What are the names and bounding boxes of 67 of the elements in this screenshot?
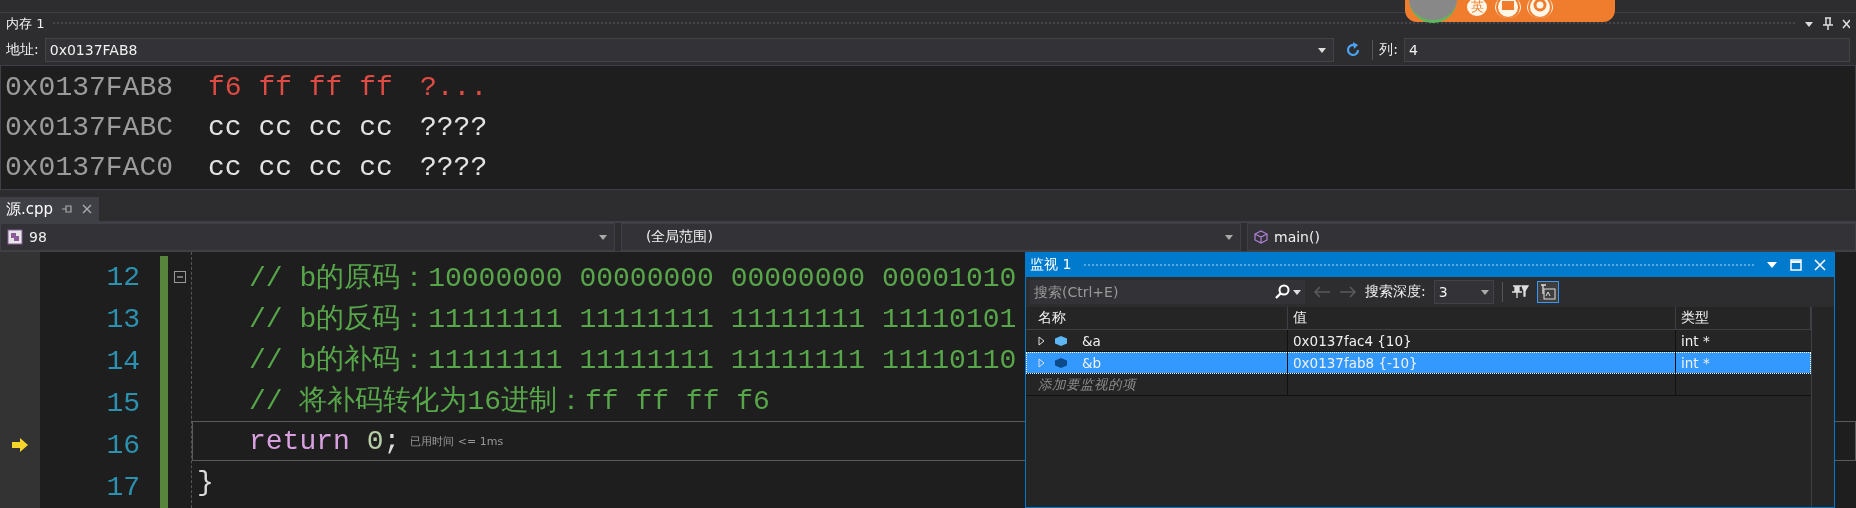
column-header[interactable]: 类型 <box>1676 307 1811 329</box>
dropdown-caret-icon[interactable] <box>1293 288 1301 296</box>
column-header[interactable]: 值 <box>1288 307 1676 329</box>
search-depth-label: 搜索深度: <box>1365 283 1426 301</box>
window-title: 内存 1 <box>6 14 45 33</box>
watch-name: &b <box>1082 354 1102 371</box>
watch-value: 0x0137fab8 {-10} <box>1293 354 1418 371</box>
columns-label: 列: <box>1379 40 1398 59</box>
search-options-button[interactable] <box>1270 280 1305 304</box>
search-field[interactable]: 搜索(Ctrl+E) <box>1030 280 1270 304</box>
cube-icon <box>1054 334 1068 347</box>
line-number: 12 <box>106 261 140 293</box>
scope-dropdown[interactable]: (全局范围) <box>621 223 1241 251</box>
expand-arrow-icon[interactable] <box>1038 335 1046 346</box>
line-number: 14 <box>106 345 140 377</box>
perf-tip: 已用时间 <= 1ms <box>410 433 504 449</box>
pin-icon[interactable] <box>1822 16 1834 31</box>
code-line: } <box>197 466 214 498</box>
column-header[interactable]: 名称 <box>1026 307 1288 329</box>
code-line: // 将补码转化为16进制：ff ff ff f6 <box>249 384 770 419</box>
close-icon[interactable] <box>1814 259 1826 271</box>
code-line: return 0; <box>249 425 401 457</box>
close-icon[interactable] <box>81 203 94 216</box>
address-field[interactable]: 0x0137FAB8 <box>44 37 1335 62</box>
ime-logo-icon <box>1409 0 1457 23</box>
memory-text: ???? <box>420 152 488 184</box>
memory-text: ???? <box>420 112 488 144</box>
line-number: 13 <box>106 303 140 335</box>
memory-bytes: f6 ff ff ff <box>208 72 394 104</box>
cube-icon <box>1054 356 1068 369</box>
collapse-icon[interactable] <box>173 271 186 283</box>
project-icon <box>7 229 23 246</box>
memory-text: ?... <box>420 72 488 104</box>
shirt-icon[interactable] <box>1495 0 1521 18</box>
memory-bytes: cc cc cc cc <box>208 152 394 184</box>
watch-type: int * <box>1681 354 1710 371</box>
settings-icon[interactable] <box>1527 0 1553 18</box>
memory-address: 0x0137FAC0 <box>5 152 175 184</box>
watch-value: 0x0137fac4 {10} <box>1293 332 1412 349</box>
code-line: // b的原码：10000000 00000000 00000000 00001010 <box>249 262 1017 296</box>
address-label: 地址: <box>6 40 39 59</box>
line-number: 17 <box>106 471 140 503</box>
cube-icon <box>1254 230 1268 245</box>
memory-bytes: cc cc cc cc <box>208 112 394 144</box>
project-dropdown[interactable]: 98 <box>0 223 615 251</box>
close-icon[interactable] <box>1842 17 1850 30</box>
window-title: 监视 1 <box>1030 256 1072 274</box>
dropdown-caret-icon[interactable] <box>1480 288 1489 296</box>
tab-view-toggle-button[interactable] <box>1536 281 1559 303</box>
columns-field[interactable]: 4 <box>1404 37 1850 62</box>
watch-type: int * <box>1681 332 1710 349</box>
line-number: 16 <box>106 429 140 461</box>
code-line: // b的反码：11111111 11111111 11111111 11110101 <box>249 303 1017 337</box>
line-number: 15 <box>106 387 140 419</box>
tab-text-icon <box>1539 284 1556 300</box>
maximize-icon[interactable] <box>1790 259 1802 271</box>
search-depth-dropdown[interactable]: 3 <box>1433 280 1494 304</box>
search-icon[interactable] <box>1274 284 1290 300</box>
watch-name: &a <box>1082 332 1101 349</box>
dropdown-caret-icon[interactable] <box>1766 260 1778 270</box>
add-watch-placeholder[interactable]: 添加要监视的项 <box>1038 375 1136 394</box>
code-line: // b的补码：11111111 11111111 11111111 11110110 <box>249 343 1017 378</box>
memory-address: 0x0137FAB8 <box>5 72 175 104</box>
function-dropdown[interactable]: main() <box>1247 223 1856 251</box>
pin-filter-icon[interactable] <box>1510 284 1529 300</box>
memory-address: 0x0137FABC <box>5 112 175 144</box>
file-tab[interactable]: 源.cpp <box>0 197 100 222</box>
